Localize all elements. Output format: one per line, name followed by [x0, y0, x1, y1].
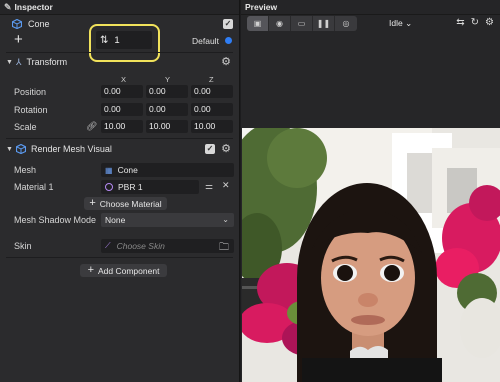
object-enabled-checkbox[interactable]: ✓: [223, 19, 233, 29]
plus-icon: +: [87, 264, 94, 276]
idle-label: Idle: [389, 18, 403, 28]
mesh-field[interactable]: ▦ Cone: [101, 163, 234, 177]
rotation-label: Rotation: [14, 105, 48, 115]
flip-camera-icon[interactable]: ⇆: [456, 17, 464, 28]
preview-camera-image: [242, 128, 500, 382]
image-icon[interactable]: ▣: [247, 16, 269, 31]
gear-icon[interactable]: ⚙: [221, 56, 231, 68]
default-indicator[interactable]: [225, 37, 232, 44]
mesh-value: Cone: [117, 165, 138, 175]
link-icon[interactable]: 🔗︎: [86, 121, 97, 132]
material-icon: [105, 183, 113, 191]
inspector-header: ✎ Inspector: [0, 0, 239, 15]
add-component-label: Add Component: [98, 265, 160, 276]
layer-value: 1: [114, 34, 120, 46]
pause-icon[interactable]: ❚❚: [313, 16, 335, 31]
chevron-down-icon: ⌄: [222, 215, 229, 224]
skin-icon: ⟋: [105, 241, 111, 250]
sort-icon: ⇅: [100, 34, 109, 46]
choose-material-button[interactable]: + Choose Material: [84, 197, 167, 210]
inspector-title: Inspector: [14, 2, 53, 12]
position-label: Position: [14, 87, 47, 97]
render-mesh-enabled-checkbox[interactable]: ✓: [205, 144, 215, 154]
chevron-down-icon[interactable]: ▼: [6, 146, 16, 153]
scale-x-field[interactable]: 10.00: [101, 120, 143, 133]
plus-icon: +: [89, 197, 96, 209]
material-value: PBR 1: [118, 182, 143, 192]
material-field[interactable]: PBR 1: [101, 180, 199, 194]
rotation-y-field[interactable]: 0.00: [146, 103, 188, 116]
folder-icon[interactable]: 🗀︎: [219, 240, 229, 257]
cube-icon: [16, 144, 26, 154]
object-name[interactable]: Cone: [28, 19, 50, 29]
settings-icon[interactable]: ⚙: [485, 17, 494, 28]
idle-select[interactable]: Idle ⌄: [389, 18, 412, 29]
layer-field[interactable]: ⇅ 1: [96, 31, 152, 49]
axis-y-label: Y: [165, 75, 171, 84]
chevron-down-icon[interactable]: ▼: [6, 59, 16, 66]
scale-z-field[interactable]: 10.00: [191, 120, 233, 133]
choose-material-label: Choose Material: [99, 198, 162, 209]
material-label: Material 1: [14, 182, 54, 192]
transform-icon: ⅄: [16, 56, 22, 67]
gear-icon[interactable]: ⚙: [221, 143, 231, 155]
position-z-field[interactable]: 0.00: [191, 85, 233, 98]
pin-icon: ✎: [4, 1, 12, 12]
preview-toolbar: ▣ ◉ ▭ ❚❚ ◎: [247, 16, 357, 31]
grid-icon: ▦: [105, 165, 113, 175]
add-button[interactable]: +: [14, 32, 23, 47]
divider: [6, 257, 233, 258]
divider: [6, 138, 233, 139]
render-mesh-title: Render Mesh Visual: [31, 144, 112, 154]
cube-icon: [12, 19, 22, 29]
position-x-field[interactable]: 0.00: [101, 85, 143, 98]
sliders-icon[interactable]: ⚌: [205, 181, 213, 192]
scale-y-field[interactable]: 10.00: [146, 120, 188, 133]
skin-label: Skin: [14, 241, 32, 251]
rotation-z-field[interactable]: 0.00: [191, 103, 233, 116]
preview-header: Preview: [241, 0, 500, 15]
eye-icon[interactable]: ◎: [335, 16, 357, 31]
skin-field[interactable]: ⟋ Choose Skin: [101, 239, 234, 253]
axis-x-label: X: [121, 75, 127, 84]
preview-title: Preview: [245, 2, 278, 12]
scale-label: Scale: [14, 122, 37, 132]
skin-placeholder: Choose Skin: [116, 241, 165, 251]
transform-header[interactable]: ▼ ⅄ Transform ⚙: [6, 55, 233, 69]
divider: [6, 52, 233, 53]
mesh-label: Mesh: [14, 165, 37, 175]
camera-icon[interactable]: ◉: [269, 16, 291, 31]
device-icon[interactable]: ▭: [291, 16, 313, 31]
rotation-x-field[interactable]: 0.00: [101, 103, 143, 116]
render-mesh-header[interactable]: ▼ Render Mesh Visual ✓ ⚙: [6, 142, 233, 156]
close-icon[interactable]: ✕: [222, 180, 230, 191]
preview-actions: ⇆ ↻ ⚙: [456, 17, 494, 28]
axis-z-label: Z: [209, 75, 214, 84]
inspector-panel: ✎ Inspector Cone ✓ + ⇅ 1 Default ▼ ⅄ Tra…: [0, 0, 240, 382]
shadow-mode-value: None: [105, 215, 126, 225]
position-y-field[interactable]: 0.00: [146, 85, 188, 98]
preview-panel: Preview ▣ ◉ ▭ ❚❚ ◎ Idle ⌄ ⇆ ↻ ⚙: [241, 0, 500, 382]
shadow-mode-label: Mesh Shadow Mode: [14, 215, 97, 225]
restart-icon[interactable]: ↻: [471, 17, 479, 28]
transform-title: Transform: [26, 57, 68, 67]
default-label: Default: [192, 36, 219, 46]
shadow-mode-select[interactable]: None ⌄: [101, 213, 234, 227]
add-component-button[interactable]: + Add Component: [80, 264, 167, 277]
